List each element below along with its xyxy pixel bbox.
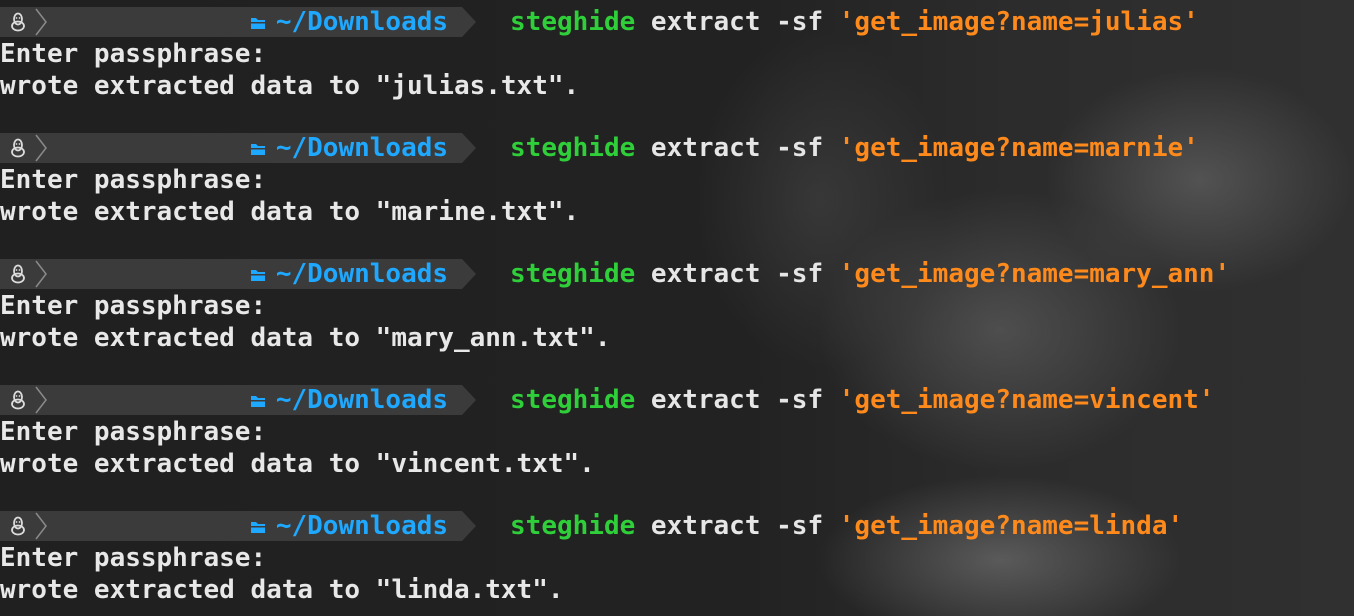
output-line: Enter passphrase:: [0, 417, 267, 447]
command-name: steghide: [510, 511, 636, 541]
command-line: ~/Downloads steghide extract -sf 'get_im…: [0, 258, 1354, 290]
command-name: steghide: [510, 133, 636, 163]
command-string-arg: 'get_image?name=vincent': [838, 385, 1215, 415]
output-line: wrote extracted data to "mary_ann.txt".: [0, 323, 611, 353]
command-line: ~/Downloads steghide extract -sf 'get_im…: [0, 6, 1354, 38]
powerline-arrow-icon: [462, 511, 477, 541]
prompt-path: ~/Downloads: [275, 133, 449, 163]
command-name: steghide: [510, 7, 636, 37]
output-line: wrote extracted data to "linda.txt".: [0, 575, 564, 605]
output-line: wrote extracted data to "marine.txt".: [0, 197, 580, 227]
linux-tux-icon: [0, 511, 32, 541]
output-line: Enter passphrase:: [0, 165, 267, 195]
command-string-arg: 'get_image?name=linda': [838, 511, 1184, 541]
chevron-right-icon: [32, 7, 54, 37]
chevron-right-icon: [32, 259, 54, 289]
chevron-right-icon: [32, 511, 54, 541]
command-line: ~/Downloads steghide extract -sf 'get_im…: [0, 384, 1354, 416]
command-block: ~/Downloads steghide extract -sf 'get_im…: [0, 384, 1354, 480]
prompt-path-segment: ~/Downloads: [54, 511, 463, 541]
command-args: extract -sf: [635, 259, 839, 289]
command-string-arg: 'get_image?name=mary_ann': [838, 259, 1231, 289]
command-args: extract -sf: [635, 133, 839, 163]
powerline-arrow-icon: [462, 385, 477, 415]
output-line: Enter passphrase:: [0, 39, 267, 69]
linux-tux-icon: [0, 133, 32, 163]
prompt: ~/Downloads: [0, 259, 477, 289]
powerline-arrow-icon: [462, 133, 477, 163]
prompt: ~/Downloads: [0, 7, 477, 37]
powerline-arrow-icon: [462, 7, 477, 37]
prompt-path-segment: ~/Downloads: [54, 385, 463, 415]
command-args: extract -sf: [635, 385, 839, 415]
command-name: steghide: [510, 259, 636, 289]
command-line: ~/Downloads steghide extract -sf 'get_im…: [0, 510, 1354, 542]
linux-tux-icon: [0, 259, 32, 289]
prompt-path-segment: ~/Downloads: [54, 133, 463, 163]
chevron-right-icon: [32, 385, 54, 415]
output-line: wrote extracted data to "vincent.txt".: [0, 449, 595, 479]
prompt-path: ~/Downloads: [275, 259, 449, 289]
command-line: ~/Downloads steghide extract -sf 'get_im…: [0, 132, 1354, 164]
command-block: ~/Downloads steghide extract -sf 'get_im…: [0, 258, 1354, 354]
linux-tux-icon: [0, 7, 32, 37]
command-block: ~/Downloads steghide extract -sf 'get_im…: [0, 6, 1354, 102]
output-line: Enter passphrase:: [0, 543, 267, 573]
prompt-path-segment: ~/Downloads: [54, 259, 463, 289]
prompt: ~/Downloads: [0, 133, 477, 163]
prompt-path: ~/Downloads: [275, 7, 449, 37]
output-line: wrote extracted data to "julias.txt".: [0, 71, 580, 101]
command-string-arg: 'get_image?name=marnie': [838, 133, 1199, 163]
linux-tux-icon: [0, 385, 32, 415]
prompt: ~/Downloads: [0, 385, 477, 415]
command-string-arg: 'get_image?name=julias': [838, 7, 1199, 37]
powerline-arrow-icon: [462, 259, 477, 289]
command-args: extract -sf: [635, 511, 839, 541]
command-name: steghide: [510, 385, 636, 415]
command-block: ~/Downloads steghide extract -sf 'get_im…: [0, 510, 1354, 606]
command-block: ~/Downloads steghide extract -sf 'get_im…: [0, 132, 1354, 228]
terminal-window[interactable]: ~/Downloads steghide extract -sf 'get_im…: [0, 0, 1354, 606]
output-line: Enter passphrase:: [0, 291, 267, 321]
prompt: ~/Downloads: [0, 511, 477, 541]
prompt-path: ~/Downloads: [275, 385, 449, 415]
prompt-path-segment: ~/Downloads: [54, 7, 463, 37]
chevron-right-icon: [32, 133, 54, 163]
command-args: extract -sf: [635, 7, 839, 37]
prompt-path: ~/Downloads: [275, 511, 449, 541]
